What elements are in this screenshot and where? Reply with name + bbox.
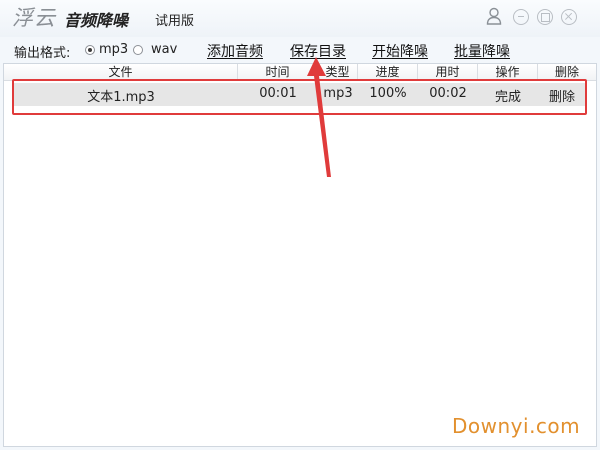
maximize-button[interactable]	[537, 9, 553, 25]
cell-progress: 100%	[369, 86, 407, 101]
format-radio-mp3[interactable]	[85, 45, 95, 55]
column-header-progress[interactable]: 进度	[358, 64, 418, 81]
output-format-label: 输出格式:	[14, 46, 71, 61]
batch-denoise-link[interactable]: 批量降噪	[454, 41, 510, 61]
app-window: 浮云 音频降噪 试用版 输出格式: mp3 wav 添加音频 保存目录 开始降噪…	[0, 0, 600, 450]
table-row[interactable]: 文本1.mp3 00:01 mp3 100% 00:02 完成 删除	[14, 83, 586, 106]
cell-elapsed: 00:02	[429, 86, 467, 101]
close-button[interactable]	[561, 9, 577, 25]
format-option-mp3[interactable]: mp3	[99, 42, 128, 57]
column-header-elapsed[interactable]: 用时	[418, 64, 478, 81]
table-header: 文件 时间 类型 进度 用时 操作 删除	[4, 64, 596, 81]
cell-action[interactable]: 完成	[478, 86, 538, 105]
column-header-time[interactable]: 时间	[238, 64, 318, 81]
toolbar: 输出格式: mp3 wav 添加音频 保存目录 开始降噪 批量降噪	[0, 37, 600, 63]
file-table: 文件 时间 类型 进度 用时 操作 删除 文本1.mp3 00:01 mp3 1…	[3, 63, 597, 447]
start-denoise-link[interactable]: 开始降噪	[372, 41, 428, 61]
column-header-file[interactable]: 文件	[4, 64, 238, 81]
app-logo: 浮云	[12, 6, 56, 30]
user-icon[interactable]	[486, 7, 502, 25]
add-audio-link[interactable]: 添加音频	[207, 41, 263, 61]
watermark: Downyi.com	[452, 414, 581, 438]
format-radio-wav[interactable]	[133, 45, 143, 55]
product-name: 音频降噪	[64, 11, 129, 30]
edition-label: 试用版	[155, 14, 195, 29]
title-bar: 浮云 音频降噪 试用版	[0, 0, 600, 37]
column-header-delete[interactable]: 删除	[538, 64, 596, 81]
column-header-type[interactable]: 类型	[318, 64, 358, 81]
format-option-wav[interactable]: wav	[151, 42, 177, 57]
minimize-button[interactable]	[513, 9, 529, 25]
cell-type: mp3	[323, 86, 353, 101]
cell-time: 00:01	[259, 86, 297, 101]
save-directory-link[interactable]: 保存目录	[290, 41, 346, 61]
delete-row-button[interactable]: 删除	[538, 86, 586, 105]
cell-file: 文本1.mp3	[87, 90, 155, 105]
column-header-action[interactable]: 操作	[478, 64, 538, 81]
